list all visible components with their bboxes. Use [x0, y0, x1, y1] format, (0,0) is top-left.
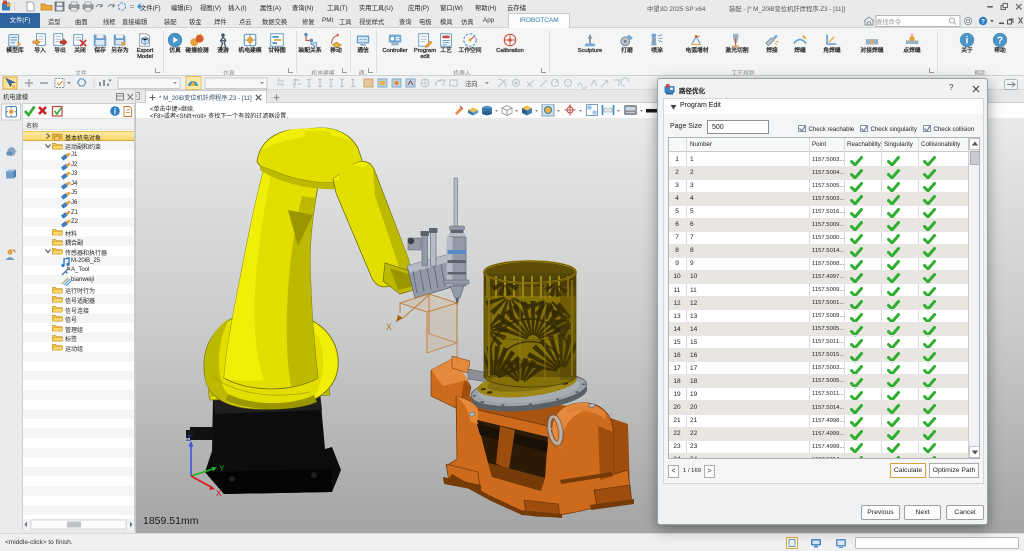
- svg-text:?: ?: [981, 18, 985, 25]
- svg-text:Y: Y: [219, 463, 225, 473]
- svg-text:?: ?: [997, 36, 1003, 47]
- svg-text:X: X: [216, 488, 222, 498]
- svg-text:法向: 法向: [465, 79, 478, 88]
- svg-text:X: X: [386, 322, 392, 332]
- svg-text:i: i: [966, 36, 969, 47]
- svg-text:i: i: [114, 107, 116, 116]
- svg-text:Z: Z: [186, 433, 191, 443]
